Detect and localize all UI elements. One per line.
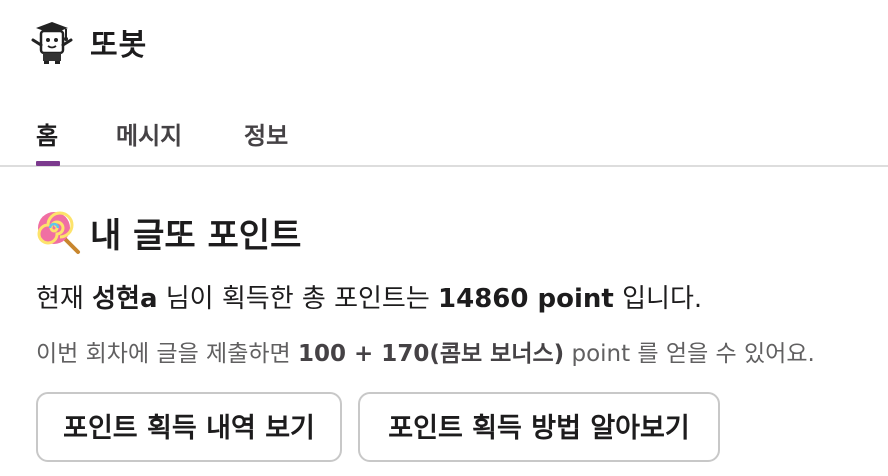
points-prefix: 현재	[36, 284, 93, 314]
active-tab-indicator	[36, 161, 60, 166]
total-points-text: 현재 성현a 님이 획득한 총 포인트는 14860 point 입니다.	[36, 278, 702, 315]
bonus-points: 100 + 170(콤보 보너스)	[298, 341, 565, 367]
user-name: 성현a	[92, 284, 158, 314]
points-history-button[interactable]: 포인트 획득 내역 보기	[36, 392, 342, 462]
bot-avatar-icon	[31, 22, 73, 64]
points-middle: 님이 획득한 총 포인트는	[157, 284, 439, 314]
total-points: 14860 point	[438, 284, 614, 314]
tab-messages[interactable]: 메시지	[116, 116, 182, 151]
tab-info[interactable]: 정보	[244, 116, 288, 151]
app-header: 또봇	[28, 18, 147, 66]
bonus-prefix: 이번 회차에 글을 제출하면	[36, 341, 299, 367]
tab-home[interactable]: 홈	[36, 116, 58, 151]
section-title-text: 내 글또 포인트	[90, 216, 302, 256]
points-guide-button[interactable]: 포인트 획득 방법 알아보기	[358, 392, 720, 462]
points-suffix: 입니다.	[613, 284, 703, 314]
bot-name: 또봇	[90, 28, 148, 63]
tab-bar: 홈 메시지 정보	[0, 104, 888, 167]
bonus-suffix: point 를 얻을 수 있어요.	[564, 341, 815, 367]
lollipop-icon	[37, 211, 80, 254]
section-title: 내 글또 포인트	[36, 208, 301, 257]
submission-bonus-text: 이번 회차에 글을 제출하면 100 + 170(콤보 보너스) point 를…	[36, 334, 815, 368]
